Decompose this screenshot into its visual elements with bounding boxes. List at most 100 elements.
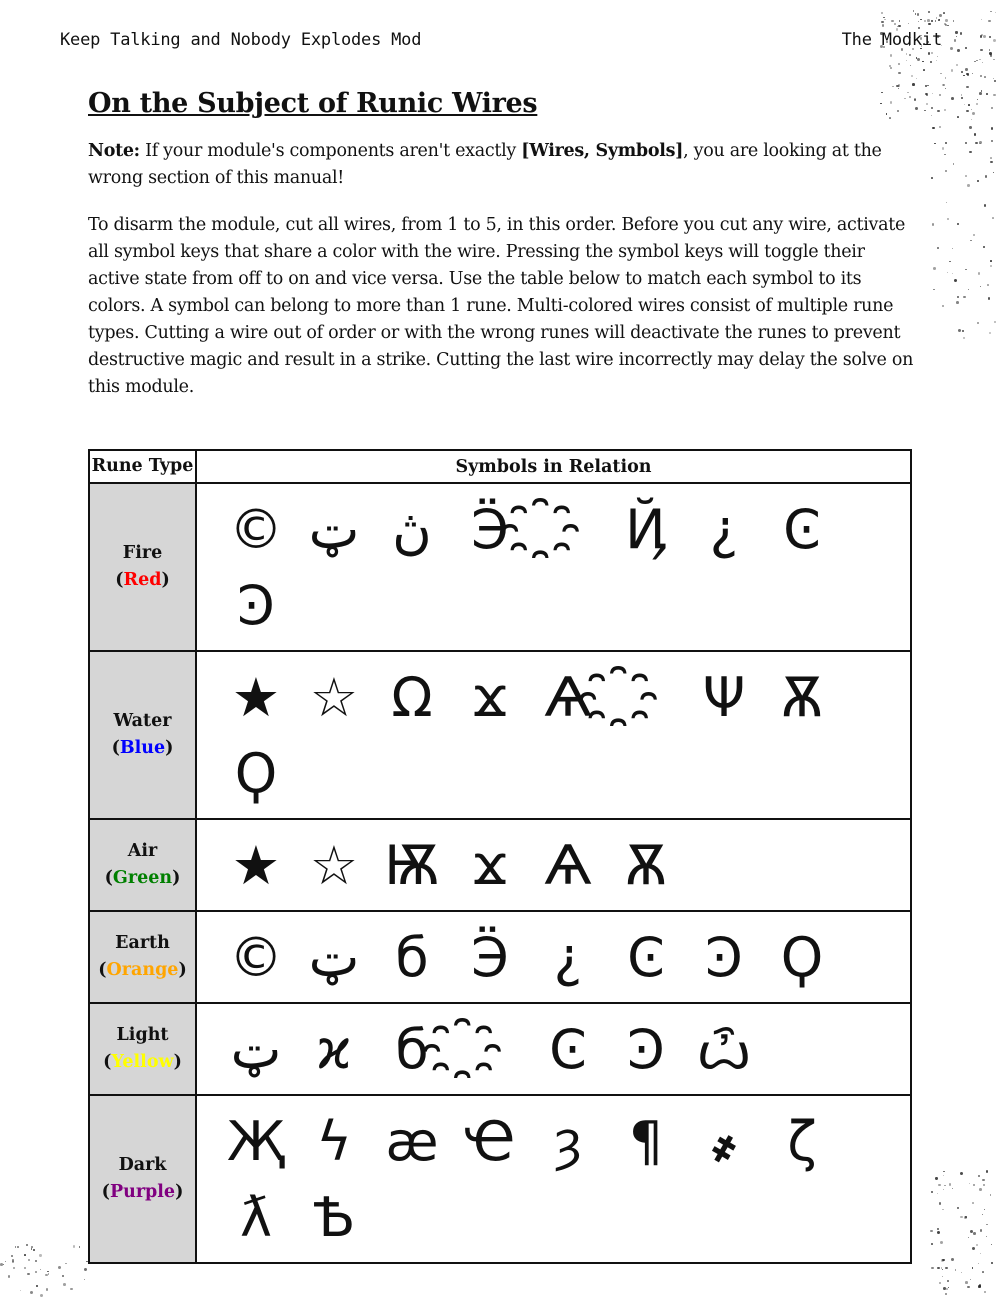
paper-speck — [993, 39, 997, 43]
paper-speck — [945, 19, 949, 23]
paper-speck — [946, 271, 949, 274]
paper-speck — [923, 69, 926, 72]
paper-speck — [963, 337, 965, 339]
paper-speck — [915, 77, 917, 79]
paper-speck — [13, 1267, 16, 1270]
rune-symbol: © — [229, 926, 283, 989]
paper-speck — [912, 83, 915, 86]
paper-speck — [965, 174, 968, 177]
rune-symbols-cell: © ټ б Ӭ ¿ Ͼ Ͽ Ϙ — [195, 910, 912, 1004]
paper-speck — [925, 85, 927, 87]
rune-name: Fire — [122, 543, 163, 563]
paper-speck — [989, 156, 992, 159]
rune-color-name: Red — [123, 570, 162, 590]
paper-speck — [927, 19, 930, 23]
paper-speck — [962, 295, 966, 299]
rune-symbol: Ͽ — [627, 1018, 665, 1081]
note-text-before: If your module's components aren't exact… — [139, 141, 522, 161]
paper-speck — [898, 63, 900, 66]
paper-speck — [988, 49, 991, 51]
paper-speck — [979, 1253, 982, 1255]
paper-speck — [942, 1286, 946, 1290]
rune-symbol: ★ — [231, 666, 281, 729]
rune-symbol: ☆ — [309, 666, 359, 729]
rune-color-name: Purple — [109, 1182, 176, 1202]
rune-symbol: © — [229, 498, 283, 561]
paper-speck — [936, 1230, 940, 1234]
paper-speck — [941, 304, 945, 307]
paper-speck — [908, 95, 911, 98]
paper-speck — [898, 20, 900, 22]
paper-speck — [977, 180, 980, 183]
paper-speck — [983, 204, 987, 207]
paper-speck — [890, 67, 893, 69]
paper-speck — [905, 52, 908, 55]
paper-speck — [967, 184, 970, 187]
paper-speck — [945, 77, 947, 79]
paper-speck — [889, 100, 893, 104]
rune-symbol: Ѫ — [624, 834, 668, 897]
rune-color-line: (Orange) — [91, 957, 194, 984]
paper-speck — [933, 288, 935, 291]
paper-speck — [949, 261, 951, 263]
paper-speck — [916, 13, 920, 16]
rune-color-line: (Red) — [91, 567, 194, 594]
rune-table-body: Fire (Red) © ټ ڽ Ӭ҈ Ҋ ¿ ϾϿ Water (Blue) ★ ☆ Ωϫ Ѧ҈ Ψ ѪϘ Ai… — [88, 482, 912, 1264]
paper-speck — [993, 321, 996, 324]
paper-speck — [0, 1263, 4, 1266]
paper-speck — [990, 127, 993, 130]
paper-speck — [955, 31, 958, 34]
paper-speck — [988, 332, 991, 335]
paper-speck — [937, 247, 940, 250]
paper-speck — [980, 286, 982, 288]
paper-speck — [965, 268, 967, 271]
paper-speck — [970, 1229, 974, 1233]
paper-speck — [972, 1247, 976, 1251]
paper-speck — [967, 289, 969, 291]
paper-speck — [937, 1192, 939, 1194]
rune-symbols-cell: ★ ☆ Ωϫ Ѧ҈ Ψ Ѫ Ϙ — [195, 650, 912, 820]
rune-symbol: ҈ — [634, 666, 658, 729]
rune-type-cell: Light (Yellow) — [88, 1002, 197, 1096]
paper-speck — [20, 1290, 22, 1292]
paper-speck — [29, 1291, 33, 1295]
rune-symbol: Ϙ — [234, 742, 278, 805]
paper-speck — [950, 69, 954, 73]
paper-speck — [905, 59, 907, 61]
paper-speck — [982, 1214, 984, 1216]
paper-speck — [70, 1287, 73, 1291]
paper-speck — [960, 1215, 963, 1219]
paper-speck — [45, 1288, 48, 1291]
paper-speck — [891, 19, 894, 22]
paper-speck — [922, 42, 925, 46]
rune-symbol: Ѧ — [544, 666, 592, 729]
rune-color-line: (Green) — [91, 865, 194, 892]
paper-speck — [984, 75, 986, 78]
paper-speck — [937, 56, 939, 58]
paper-speck — [984, 175, 987, 178]
paren-open: ( — [101, 1182, 110, 1202]
paper-speck — [986, 1224, 988, 1226]
rune-color-line: (Yellow) — [91, 1049, 194, 1076]
paper-speck — [979, 142, 981, 145]
paper-speck — [932, 126, 935, 130]
paper-speck — [975, 102, 978, 105]
rune-symbol: ¿ — [709, 498, 739, 561]
paper-speck — [952, 273, 954, 275]
paper-speck — [936, 60, 938, 62]
page-title: On the Subject of Runic Wires — [88, 88, 538, 119]
rune-row-fire: Fire (Red) © ټ ڽ Ӭ҈ Ҋ ¿ Ͼ Ͽ — [88, 482, 912, 652]
paper-speck — [943, 1170, 945, 1173]
paper-speck — [981, 61, 984, 64]
paper-speck — [940, 44, 943, 47]
paper-speck — [61, 1274, 65, 1278]
paper-speck — [941, 1275, 944, 1278]
paper-speck — [969, 150, 973, 154]
paper-speck — [964, 47, 967, 50]
paper-speck — [39, 1254, 42, 1257]
paper-speck — [957, 329, 961, 333]
paper-speck — [11, 1260, 14, 1263]
rune-symbol: Ͼ — [627, 926, 665, 989]
paper-speck — [880, 11, 884, 15]
paper-speck — [941, 84, 944, 87]
